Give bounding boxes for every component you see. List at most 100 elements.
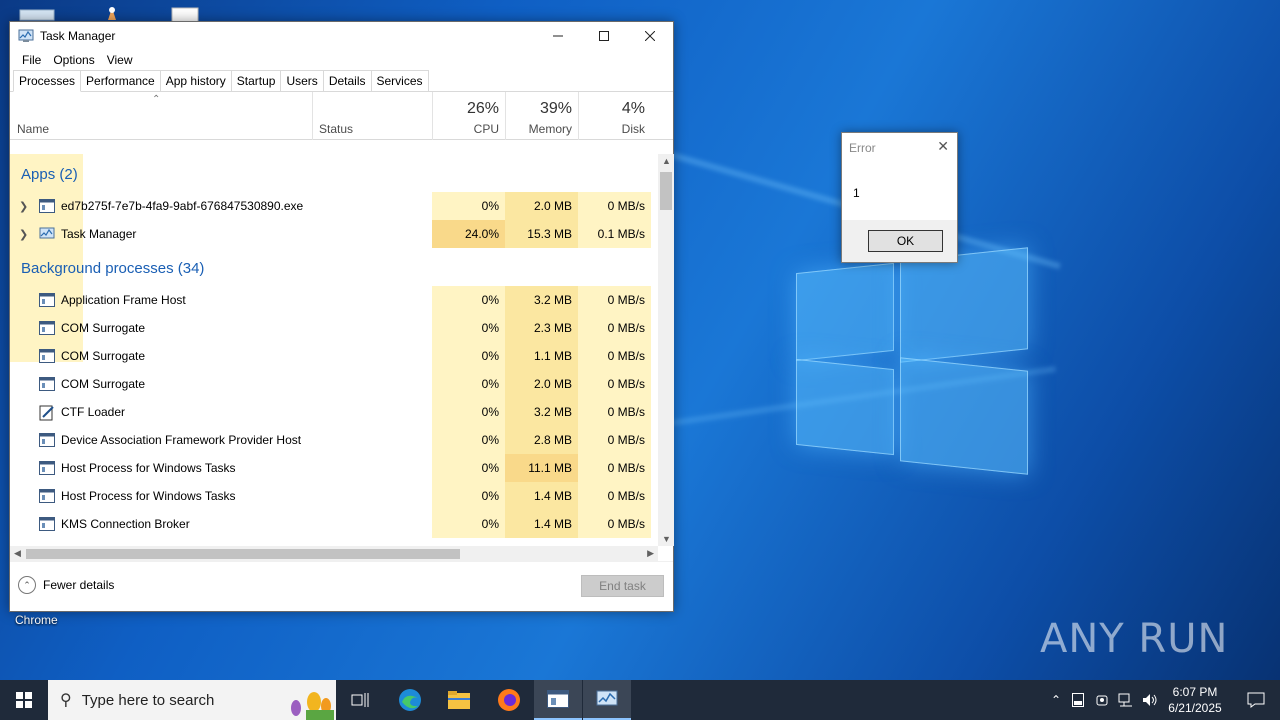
- search-icon: ⚲: [60, 692, 72, 709]
- process-name: Host Process for Windows Tasks: [61, 461, 236, 475]
- process-name: ed7b275f-7e7b-4fa9-9abf-676847530890.exe: [61, 199, 304, 213]
- column-cpu[interactable]: 26% CPU: [432, 92, 505, 140]
- taskbar-firefox[interactable]: [485, 680, 533, 720]
- table-row[interactable]: Host Process for Windows Tasks 0% 11.1 M…: [10, 454, 651, 482]
- folder-icon: [448, 691, 470, 709]
- tab-processes[interactable]: Processes: [13, 70, 82, 92]
- process-name: Host Process for Windows Tasks: [61, 489, 236, 503]
- taskbar-app-window[interactable]: [534, 680, 582, 720]
- task-view-button[interactable]: [336, 680, 384, 720]
- tab-services[interactable]: Services: [370, 70, 429, 91]
- group-header-background[interactable]: Background processes (34): [10, 248, 651, 362]
- cpu-value: 0%: [432, 510, 505, 538]
- taskbar-task-manager[interactable]: [583, 680, 631, 720]
- table-row[interactable]: Application Frame Host 0% 3.2 MB 0 MB/s: [10, 286, 651, 314]
- scroll-left-icon[interactable]: ◀: [14, 548, 21, 559]
- column-header: ⌃ Name Status 26% CPU 39% Memory 4% Disk: [10, 92, 673, 140]
- tray-app-icon[interactable]: [1066, 693, 1090, 707]
- chevron-right-icon[interactable]: ❯: [19, 200, 28, 213]
- disk-value: 0 MB/s: [578, 482, 651, 510]
- scroll-right-icon[interactable]: ▶: [647, 548, 654, 559]
- app-window-icon: [39, 349, 55, 363]
- cpu-value: 0%: [432, 370, 505, 398]
- windows-icon: [16, 692, 32, 708]
- table-row[interactable]: CTF Loader 0% 3.2 MB 0 MB/s: [10, 398, 651, 426]
- ok-button[interactable]: OK: [868, 230, 943, 252]
- table-row[interactable]: KMS Connection Broker 0% 1.4 MB 0 MB/s: [10, 510, 651, 538]
- disk-value: 0.1 MB/s: [578, 220, 651, 248]
- chevron-right-icon[interactable]: ❯: [19, 228, 28, 241]
- search-placeholder: Type here to search: [81, 691, 215, 709]
- tab-details[interactable]: Details: [322, 70, 372, 91]
- desktop-icon-chrome-label[interactable]: Chrome: [15, 613, 58, 627]
- chevron-up-icon[interactable]: ⌃: [1046, 693, 1066, 707]
- process-name: COM Surrogate: [61, 349, 146, 363]
- menu-options[interactable]: Options: [47, 50, 100, 70]
- disk-value: 0 MB/s: [578, 192, 651, 220]
- scroll-thumb[interactable]: [660, 172, 672, 210]
- disk-value: 0 MB/s: [578, 370, 651, 398]
- shield-icon[interactable]: [1090, 693, 1114, 707]
- anyrun-watermark: ANY RUN: [1040, 612, 1228, 663]
- scroll-down-icon[interactable]: ▼: [662, 534, 671, 544]
- horizontal-scrollbar[interactable]: ◀ ▶: [10, 546, 658, 562]
- tab-strip: Processes Performance App history Startu…: [10, 70, 673, 92]
- network-icon[interactable]: [1114, 693, 1138, 707]
- column-memory[interactable]: 39% Memory: [505, 92, 578, 140]
- windows-logo-wallpaper: [796, 240, 1030, 480]
- table-row[interactable]: COM Surrogate 0% 1.1 MB 0 MB/s: [10, 342, 651, 370]
- cpu-value: 0%: [432, 426, 505, 454]
- taskbar-search[interactable]: ⚲ Type here to search: [48, 680, 336, 720]
- column-name[interactable]: Name: [10, 92, 312, 140]
- menu-file[interactable]: File: [16, 50, 47, 70]
- column-status[interactable]: Status: [312, 92, 432, 140]
- notification-button[interactable]: [1232, 680, 1280, 720]
- close-button[interactable]: [627, 22, 673, 50]
- menu-view[interactable]: View: [101, 50, 139, 70]
- process-name: Device Association Framework Provider Ho…: [61, 433, 302, 447]
- table-row[interactable]: Device Association Framework Provider Ho…: [10, 426, 651, 454]
- group-apps-label: Apps (2): [21, 166, 78, 183]
- app-window-icon: [39, 489, 55, 503]
- table-row[interactable]: ❯ Task Manager 24.0% 15.3 MB 0.1 MB/s: [10, 220, 651, 248]
- table-row[interactable]: ❯ ed7b275f-7e7b-4fa9-9abf-676847530890.e…: [10, 192, 651, 220]
- memory-value: 3.2 MB: [505, 398, 578, 426]
- fewer-details-button[interactable]: ⌃ Fewer details: [18, 576, 114, 594]
- tab-startup[interactable]: Startup: [230, 70, 282, 91]
- memory-value: 1.4 MB: [505, 482, 578, 510]
- tab-performance[interactable]: Performance: [80, 70, 161, 91]
- ctf-loader-icon: [39, 405, 55, 421]
- vertical-scrollbar[interactable]: ▲ ▼: [658, 154, 674, 546]
- footer: ⌃ Fewer details End task: [10, 561, 673, 611]
- app-window-icon: [39, 321, 55, 335]
- disk-value: 0 MB/s: [578, 454, 651, 482]
- tab-users[interactable]: Users: [280, 70, 324, 91]
- table-row[interactable]: COM Surrogate 0% 2.0 MB 0 MB/s: [10, 370, 651, 398]
- maximize-icon: [599, 31, 609, 41]
- scroll-thumb[interactable]: [26, 549, 460, 559]
- taskbar-edge[interactable]: [386, 680, 434, 720]
- tab-app-history[interactable]: App history: [159, 70, 232, 91]
- desktop-icon[interactable]: [100, 0, 140, 22]
- task-view-icon: [351, 693, 369, 707]
- desktop-icon[interactable]: [18, 0, 58, 22]
- maximize-button[interactable]: [581, 22, 627, 50]
- close-icon[interactable]: ✕: [937, 138, 949, 155]
- taskbar-clock[interactable]: 6:07 PM 6/21/2025: [1160, 684, 1230, 716]
- process-list: Apps (2) ❯ ed7b275f-7e7b-4fa9-9abf-67684…: [10, 154, 651, 546]
- table-row[interactable]: COM Surrogate 0% 2.3 MB 0 MB/s: [10, 314, 651, 342]
- group-header-apps[interactable]: Apps (2): [10, 154, 651, 268]
- end-task-button[interactable]: End task: [581, 575, 664, 597]
- table-row[interactable]: Host Process for Windows Tasks 0% 1.4 MB…: [10, 482, 651, 510]
- column-disk[interactable]: 4% Disk: [578, 92, 651, 140]
- search-highlight-flowers-icon: [291, 692, 334, 720]
- memory-value: 1.4 MB: [505, 510, 578, 538]
- desktop-icon[interactable]: [168, 0, 208, 23]
- taskbar: ⚲ Type here to search ⌃ 6:07 PM 6/21/202…: [0, 680, 1280, 720]
- scroll-up-icon[interactable]: ▲: [662, 156, 671, 166]
- taskbar-file-explorer[interactable]: [435, 680, 483, 720]
- minimize-button[interactable]: [535, 22, 581, 50]
- group-background-label: Background processes (34): [21, 260, 205, 277]
- start-button[interactable]: [0, 680, 48, 720]
- volume-icon[interactable]: [1138, 693, 1162, 707]
